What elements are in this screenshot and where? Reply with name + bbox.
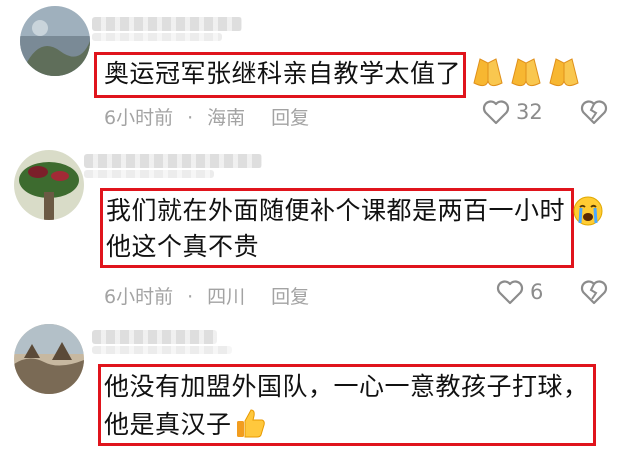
broken-heart-icon [580,100,608,125]
crying-face-emoji [572,195,604,231]
praying-hands-icon [473,58,503,87]
separator: · [187,286,194,308]
thumbs-up-icon [237,409,265,438]
comment-text: 奥运冠军张继科亲自教学太值了 [104,59,462,88]
comment-2: 我们就在外面随便补个课都是两百一小时 他这个真不贵 6小时前 · 四川 回复 6 [0,140,640,320]
comment-3: 他没有加盟外国队，一心一意教孩子打球， 他是真汉子 [0,320,640,457]
like-count: 6 [530,280,544,304]
praying-hands-icon [511,58,541,87]
username[interactable] [92,330,217,344]
like-button[interactable]: 6 [496,279,543,305]
comment-1: 奥运冠军张继科亲自教学太值了 6小时前 · 海南 回复 32 [0,0,640,140]
comment-text-line-2: 他这个真不贵 [106,232,260,261]
heart-icon [496,280,524,305]
avatar[interactable] [14,324,84,394]
username-secondary [92,33,222,41]
username[interactable] [92,17,242,31]
avatar[interactable] [20,6,90,76]
dislike-button[interactable] [580,99,608,129]
username-secondary [92,346,232,354]
praying-hands-icon [549,58,579,87]
comment-meta: 6小时前 · 四川 回复 [104,282,309,309]
comment-text-line-1: 我们就在外面随便补个课都是两百一小时 [106,196,566,225]
reply-button[interactable]: 回复 [271,286,309,308]
dislike-button[interactable] [580,279,608,309]
reply-button[interactable]: 回复 [271,107,309,129]
heart-icon [482,100,510,125]
location: 四川 [207,286,246,308]
username[interactable] [84,154,262,168]
avatar[interactable] [14,150,84,220]
comment-meta: 6小时前 · 海南 回复 [104,103,309,130]
broken-heart-icon [580,280,608,305]
separator: · [187,107,194,129]
like-count: 32 [516,100,543,124]
thumbs-up-emoji [234,406,268,444]
crying-face-icon [573,196,603,226]
praying-hands-emoji [470,55,590,95]
timestamp: 6小时前 [104,107,174,129]
location: 海南 [207,107,246,129]
username-secondary [84,170,214,178]
comment-text-line-1: 他没有加盟外国队，一心一意教孩子打球， [104,372,589,401]
like-button[interactable]: 32 [482,99,543,125]
comment-text-line-2: 他是真汉子 [104,410,232,439]
timestamp: 6小时前 [104,286,174,308]
